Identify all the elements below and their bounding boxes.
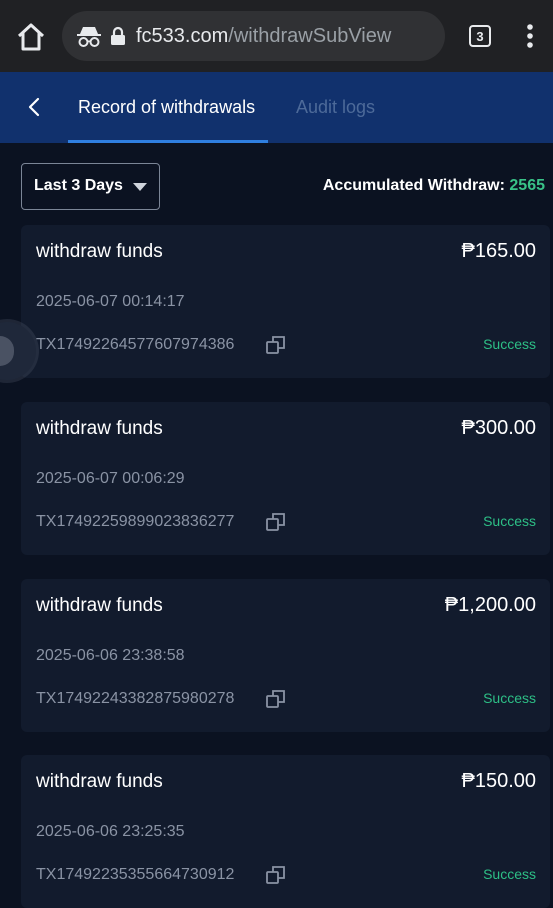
record-title: withdraw funds bbox=[36, 771, 163, 792]
tab-switcher-button[interactable]: 3 bbox=[469, 25, 491, 47]
status-badge: Success bbox=[483, 513, 536, 529]
withdraw-record: withdraw funds ₱165.00 2025-06-07 00:14:… bbox=[21, 225, 550, 378]
record-time: 2025-06-06 23:38:58 bbox=[36, 647, 185, 664]
lock-icon bbox=[111, 26, 125, 45]
record-time: 2025-06-07 00:06:29 bbox=[36, 470, 185, 487]
record-time: 2025-06-07 00:14:17 bbox=[36, 293, 185, 310]
record-transaction-id: TX17492259899023836277 bbox=[36, 513, 235, 530]
chevron-left-icon bbox=[28, 97, 40, 117]
date-range-label: Last 3 Days bbox=[34, 177, 123, 194]
home-button[interactable] bbox=[14, 20, 48, 54]
record-title: withdraw funds bbox=[36, 418, 163, 439]
accumulated-withdraw: Accumulated Withdraw: 2565 bbox=[323, 177, 545, 195]
drag-handle-grip bbox=[0, 336, 14, 366]
withdraw-record: withdraw funds ₱150.00 2025-06-06 23:25:… bbox=[21, 755, 550, 908]
withdraw-record: withdraw funds ₱300.00 2025-06-07 00:06:… bbox=[21, 402, 550, 555]
url-text: fc533.com/withdrawSubView bbox=[136, 24, 391, 48]
copy-icon bbox=[266, 690, 285, 708]
record-amount: ₱165.00 bbox=[461, 240, 536, 262]
url-path: /withdrawSubView bbox=[228, 25, 392, 47]
back-button[interactable] bbox=[22, 94, 48, 120]
incognito-icon bbox=[77, 27, 101, 47]
more-vert-icon bbox=[527, 24, 533, 48]
copy-icon bbox=[266, 866, 285, 884]
accumulated-withdraw-label: Accumulated Withdraw: bbox=[322, 177, 510, 194]
copy-icon bbox=[266, 513, 285, 531]
status-badge: Success bbox=[483, 336, 536, 352]
accumulated-withdraw-value: 2565 bbox=[509, 177, 545, 194]
status-badge: Success bbox=[483, 690, 536, 706]
copy-button[interactable] bbox=[264, 863, 288, 887]
tab-audit-logs[interactable]: Audit logs bbox=[296, 96, 375, 118]
copy-button[interactable] bbox=[264, 333, 288, 357]
record-title: withdraw funds bbox=[36, 241, 163, 262]
copy-icon bbox=[266, 336, 285, 354]
home-icon bbox=[17, 23, 45, 51]
status-badge: Success bbox=[483, 866, 536, 882]
record-amount: ₱1,200.00 bbox=[444, 594, 536, 616]
copy-button[interactable] bbox=[264, 687, 288, 711]
date-range-select[interactable]: Last 3 Days bbox=[21, 163, 160, 210]
address-bar[interactable]: fc533.com/withdrawSubView bbox=[62, 11, 445, 61]
active-tab-indicator bbox=[68, 140, 268, 143]
record-transaction-id: TX17492235355664730912 bbox=[36, 866, 235, 883]
record-amount: ₱150.00 bbox=[461, 770, 536, 792]
record-transaction-id: TX17492264577607974386 bbox=[36, 336, 235, 353]
record-amount: ₱300.00 bbox=[461, 417, 536, 439]
tab-record-of-withdrawals[interactable]: Record of withdrawals bbox=[78, 96, 255, 118]
withdraw-record: withdraw funds ₱1,200.00 2025-06-06 23:3… bbox=[21, 579, 550, 732]
browser-toolbar: fc533.com/withdrawSubView 3 bbox=[0, 0, 553, 72]
record-time: 2025-06-06 23:25:35 bbox=[36, 823, 185, 840]
browser-menu-button[interactable] bbox=[520, 22, 540, 50]
caret-down-icon bbox=[133, 183, 147, 191]
copy-button[interactable] bbox=[264, 510, 288, 534]
app-header: Record of withdrawals Audit logs bbox=[0, 72, 553, 143]
record-title: withdraw funds bbox=[36, 595, 163, 616]
url-domain: fc533.com bbox=[136, 25, 229, 47]
record-transaction-id: TX17492243382875980278 bbox=[36, 690, 235, 707]
